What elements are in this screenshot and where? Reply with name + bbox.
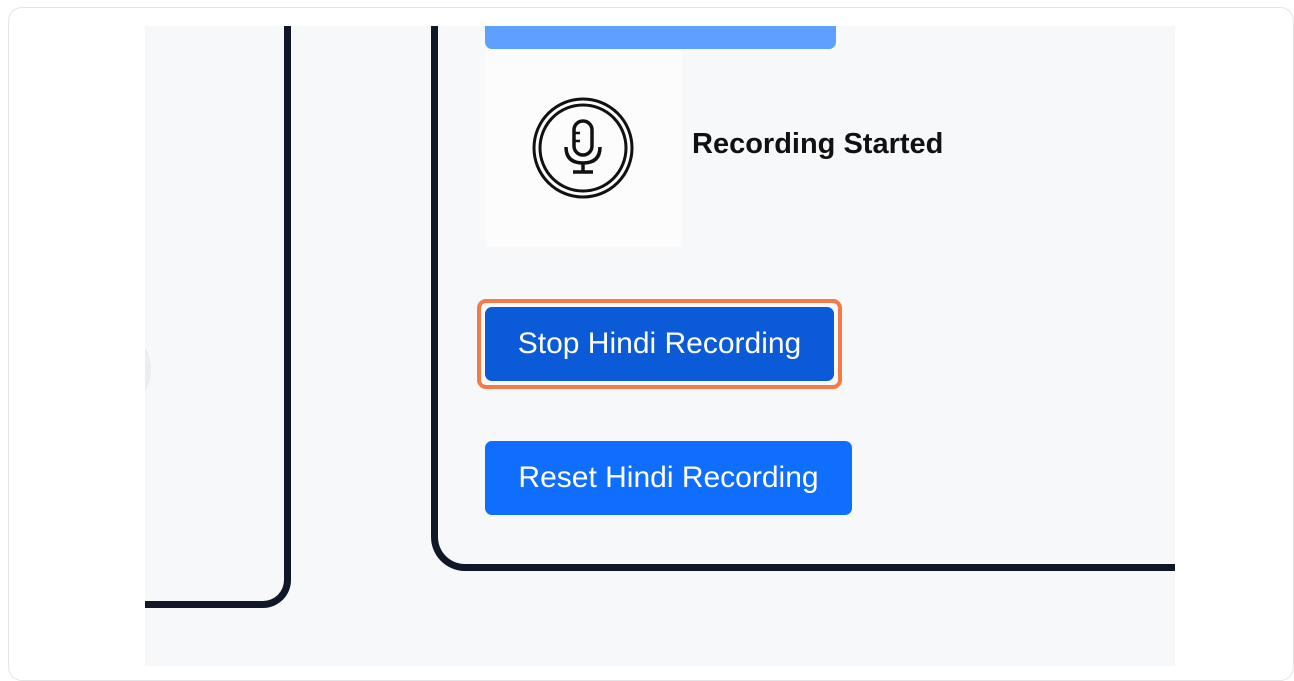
start-hindi-recording-button[interactable] (485, 26, 836, 49)
recording-status-text: Recording Started (692, 128, 944, 160)
screenshot-frame: Recording Started Stop Hindi Recording R… (8, 7, 1294, 681)
microphone-icon (532, 97, 634, 199)
stop-hindi-recording-button[interactable]: Stop Hindi Recording (485, 307, 834, 381)
reset-hindi-recording-button[interactable]: Reset Hindi Recording (485, 441, 852, 515)
page-viewport: Recording Started Stop Hindi Recording R… (145, 26, 1175, 666)
left-panel (145, 26, 291, 608)
mic-image (485, 50, 682, 247)
